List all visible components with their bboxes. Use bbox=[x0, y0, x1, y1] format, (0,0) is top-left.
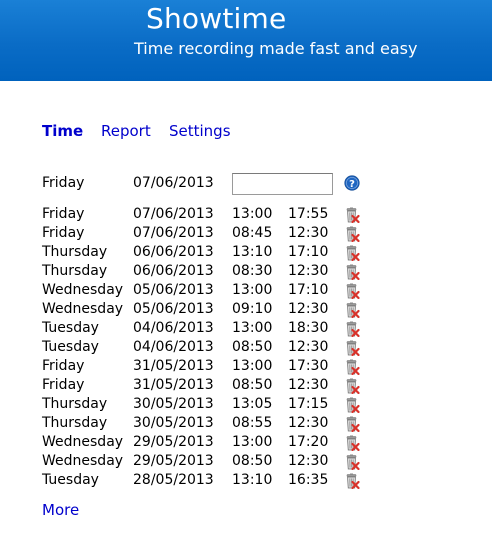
delete-entry-icon[interactable] bbox=[344, 416, 360, 433]
entry-end-time: 12:30 bbox=[288, 415, 329, 431]
entry-day: Wednesday bbox=[42, 301, 124, 317]
delete-entry-icon[interactable] bbox=[344, 283, 360, 300]
entry-end-time: 17:20 bbox=[288, 434, 329, 450]
new-entry-day: Friday bbox=[42, 175, 85, 191]
nav-time[interactable]: Time bbox=[42, 122, 83, 140]
delete-entry-icon[interactable] bbox=[344, 397, 360, 414]
entry-end-time: 17:55 bbox=[288, 206, 329, 222]
app-subtitle: Time recording made fast and easy bbox=[134, 39, 418, 58]
entry-end-time: 12:30 bbox=[288, 225, 329, 241]
entry-start-time: 08:45 bbox=[232, 225, 273, 241]
entry-end-time: 12:30 bbox=[288, 377, 329, 393]
entry-start-time: 13:10 bbox=[232, 244, 273, 260]
entry-start-time: 13:10 bbox=[232, 472, 273, 488]
entry-day: Friday bbox=[42, 377, 85, 393]
entry-date: 06/06/2013 bbox=[133, 244, 214, 260]
entry-date: 07/06/2013 bbox=[133, 225, 214, 241]
app-header: Showtime Time recording made fast and ea… bbox=[0, 0, 492, 81]
entry-end-time: 17:30 bbox=[288, 358, 329, 374]
entry-date: 05/06/2013 bbox=[133, 282, 214, 298]
svg-text:?: ? bbox=[349, 179, 355, 190]
entry-start-time: 13:00 bbox=[232, 206, 273, 222]
nav-settings[interactable]: Settings bbox=[169, 122, 231, 140]
entry-day: Thursday bbox=[42, 396, 108, 412]
entry-date: 29/05/2013 bbox=[133, 453, 214, 469]
entry-day: Thursday bbox=[42, 263, 108, 279]
entry-date: 30/05/2013 bbox=[133, 415, 214, 431]
delete-entry-icon[interactable] bbox=[344, 207, 360, 224]
entry-start-time: 08:50 bbox=[232, 377, 273, 393]
entry-date: 30/05/2013 bbox=[133, 396, 214, 412]
entry-start-time: 13:05 bbox=[232, 396, 273, 412]
entry-end-time: 12:30 bbox=[288, 263, 329, 279]
new-entry-date: 07/06/2013 bbox=[133, 175, 214, 191]
entry-date: 04/06/2013 bbox=[133, 339, 214, 355]
entry-date: 31/05/2013 bbox=[133, 358, 214, 374]
entry-date: 07/06/2013 bbox=[133, 206, 214, 222]
help-icon[interactable]: ? bbox=[344, 175, 360, 191]
entry-end-time: 18:30 bbox=[288, 320, 329, 336]
entry-end-time: 12:30 bbox=[288, 453, 329, 469]
delete-entry-icon[interactable] bbox=[344, 473, 360, 490]
app-title: Showtime bbox=[146, 2, 287, 35]
entry-day: Wednesday bbox=[42, 453, 124, 469]
entry-date: 28/05/2013 bbox=[133, 472, 214, 488]
delete-entry-icon[interactable] bbox=[344, 226, 360, 243]
entry-start-time: 08:30 bbox=[232, 263, 273, 279]
entry-start-time: 13:00 bbox=[232, 434, 273, 450]
entry-day: Tuesday bbox=[42, 320, 99, 336]
entry-end-time: 17:15 bbox=[288, 396, 329, 412]
delete-entry-icon[interactable] bbox=[344, 378, 360, 395]
entry-date: 05/06/2013 bbox=[133, 301, 214, 317]
entry-end-time: 16:35 bbox=[288, 472, 329, 488]
delete-entry-icon[interactable] bbox=[344, 264, 360, 281]
delete-entry-icon[interactable] bbox=[344, 340, 360, 357]
entry-end-time: 12:30 bbox=[288, 301, 329, 317]
entry-day: Thursday bbox=[42, 244, 108, 260]
delete-entry-icon[interactable] bbox=[344, 359, 360, 376]
entry-date: 06/06/2013 bbox=[133, 263, 214, 279]
entry-start-time: 09:10 bbox=[232, 301, 273, 317]
entry-day: Friday bbox=[42, 358, 85, 374]
entry-day: Friday bbox=[42, 225, 85, 241]
entry-date: 29/05/2013 bbox=[133, 434, 214, 450]
entry-day: Tuesday bbox=[42, 472, 99, 488]
entry-end-time: 17:10 bbox=[288, 282, 329, 298]
entry-end-time: 17:10 bbox=[288, 244, 329, 260]
nav-report[interactable]: Report bbox=[101, 122, 151, 140]
entry-day: Tuesday bbox=[42, 339, 99, 355]
delete-entry-icon[interactable] bbox=[344, 245, 360, 262]
delete-entry-icon[interactable] bbox=[344, 454, 360, 471]
time-entry-input[interactable] bbox=[232, 173, 333, 195]
entry-start-time: 13:00 bbox=[232, 320, 273, 336]
delete-entry-icon[interactable] bbox=[344, 302, 360, 319]
delete-entry-icon[interactable] bbox=[344, 321, 360, 338]
entry-day: Thursday bbox=[42, 415, 108, 431]
entry-day: Wednesday bbox=[42, 434, 124, 450]
entry-day: Wednesday bbox=[42, 282, 124, 298]
entry-start-time: 08:55 bbox=[232, 415, 273, 431]
entry-start-time: 13:00 bbox=[232, 358, 273, 374]
delete-entry-icon[interactable] bbox=[344, 435, 360, 452]
entry-date: 31/05/2013 bbox=[133, 377, 214, 393]
entry-date: 04/06/2013 bbox=[133, 320, 214, 336]
entry-day: Friday bbox=[42, 206, 85, 222]
entry-start-time: 08:50 bbox=[232, 453, 273, 469]
entry-start-time: 08:50 bbox=[232, 339, 273, 355]
more-link[interactable]: More bbox=[42, 501, 79, 519]
entry-end-time: 12:30 bbox=[288, 339, 329, 355]
entry-start-time: 13:00 bbox=[232, 282, 273, 298]
